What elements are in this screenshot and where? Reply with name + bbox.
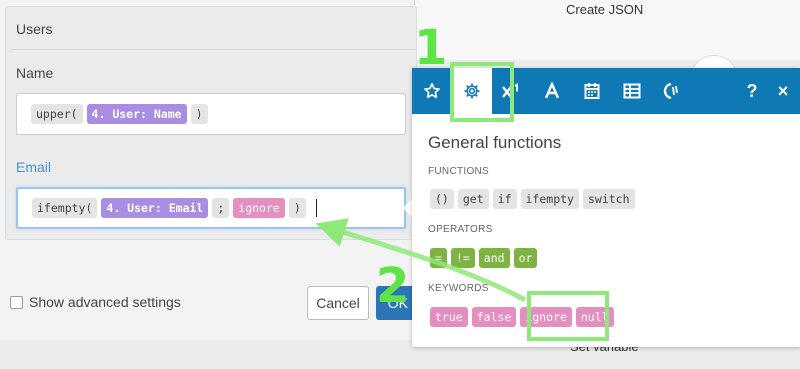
highlight-gear-tab <box>450 62 514 122</box>
step-number-2: 2 <box>376 258 410 314</box>
highlight-ignore-keyword <box>527 291 609 341</box>
step-number-1: 1 <box>414 20 448 76</box>
